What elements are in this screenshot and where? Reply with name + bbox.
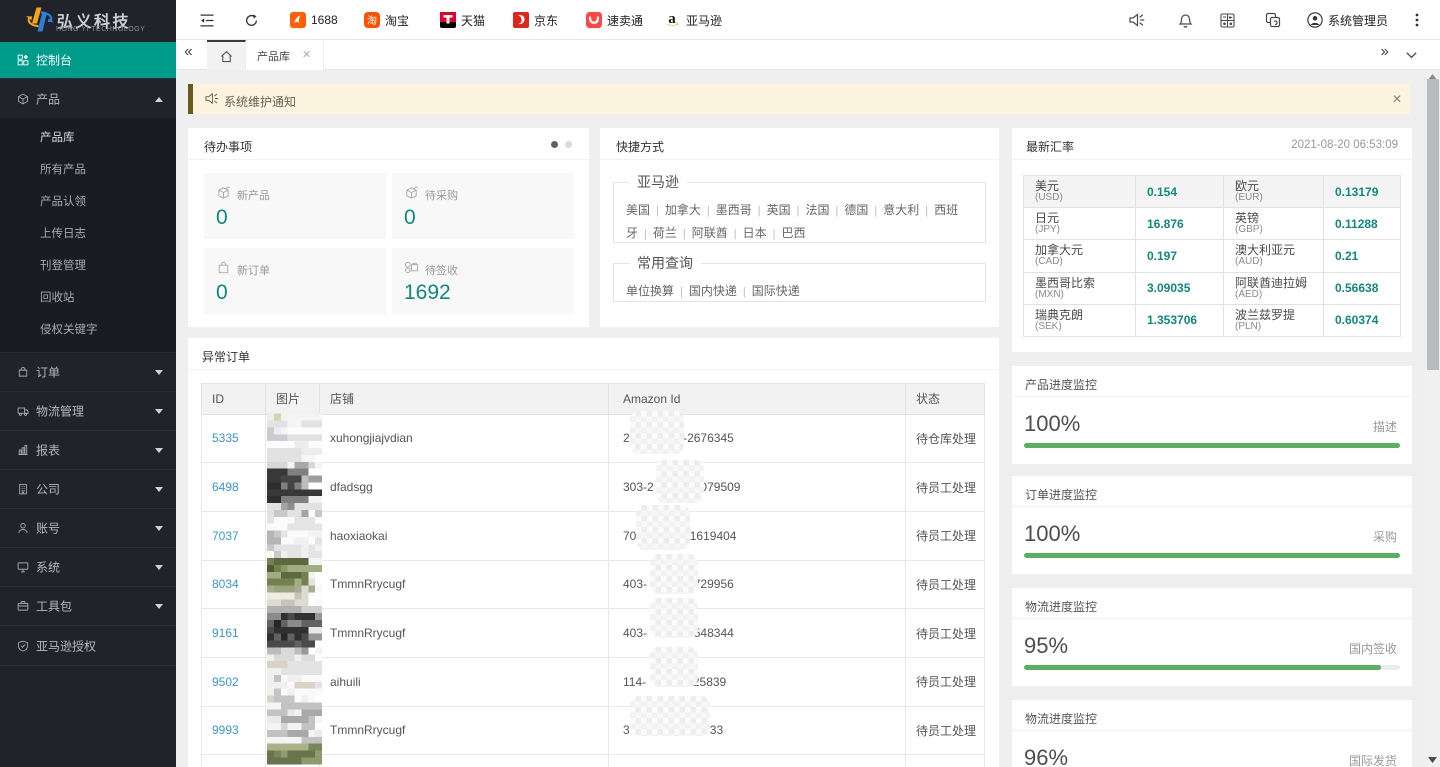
svg-text:a: a (668, 11, 676, 27)
svg-text:淘: 淘 (367, 14, 377, 27)
